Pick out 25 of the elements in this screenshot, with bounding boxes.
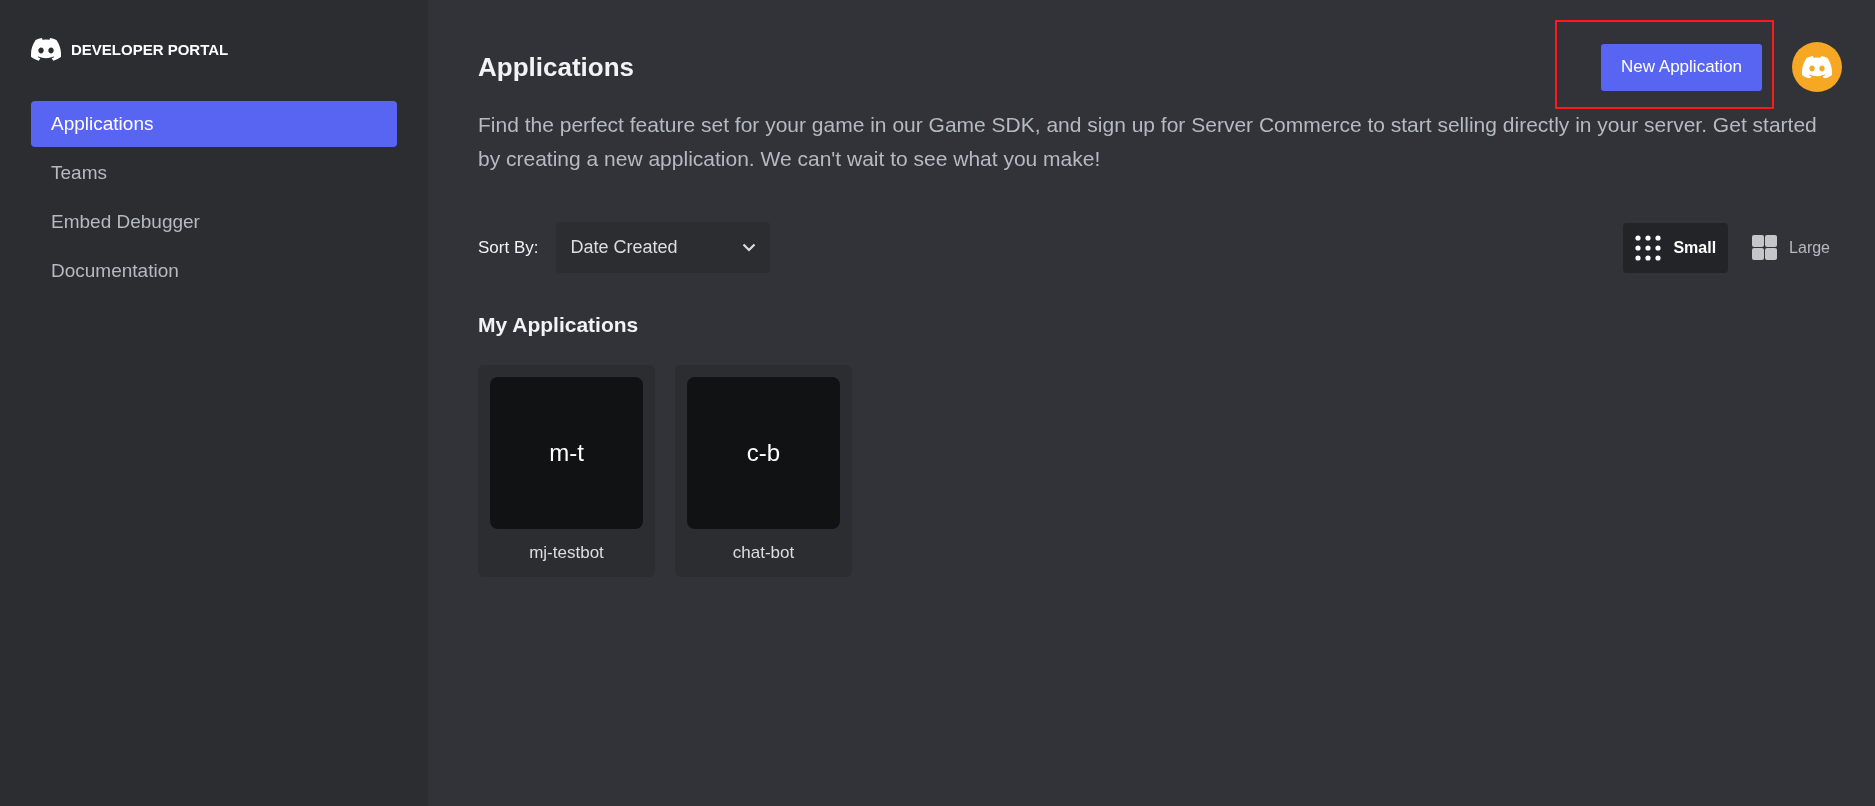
application-card[interactable]: m-t mj-testbot <box>478 365 655 577</box>
view-toggle[interactable]: Large <box>1740 222 1842 273</box>
new-application-button[interactable]: New Application <box>1601 43 1762 91</box>
sidebar-item[interactable]: Documentation <box>31 247 397 294</box>
chevron-down-icon <box>742 243 757 252</box>
brand-title: DEVELOPER PORTAL <box>71 40 229 58</box>
sidebar-item[interactable]: Embed Debugger <box>31 198 397 245</box>
discord-logo <box>1802 55 1832 79</box>
sidebar-item[interactable]: Teams <box>31 149 397 196</box>
sidebar-item[interactable]: Applications <box>31 100 397 147</box>
section-title: My Applications <box>478 313 640 337</box>
sort-label: Sort By: <box>478 237 539 258</box>
application-card[interactable]: c-b chat-bot <box>675 365 852 577</box>
description-text: Find the perfect feature set for your game in our Game SDK, and sign up for Server Commerce to start selling directly in your server. Get started by creating a new application. We can't wait to see what you make! <box>478 112 1818 172</box>
view-toggle[interactable]: Small <box>1623 222 1729 273</box>
page-title: Applications <box>478 51 634 83</box>
sort-dropdown[interactable]: Date Created <box>556 222 771 273</box>
discord-logo <box>31 38 61 61</box>
app-icon: c-b <box>687 377 840 529</box>
app-icon: m-t <box>490 377 643 529</box>
dot-grid-icon <box>1635 234 1662 261</box>
app-name: mj-testbot <box>529 543 604 563</box>
four-squares-icon <box>1752 235 1778 260</box>
user-avatar[interactable] <box>1792 42 1842 92</box>
app-name: chat-bot <box>732 543 795 563</box>
